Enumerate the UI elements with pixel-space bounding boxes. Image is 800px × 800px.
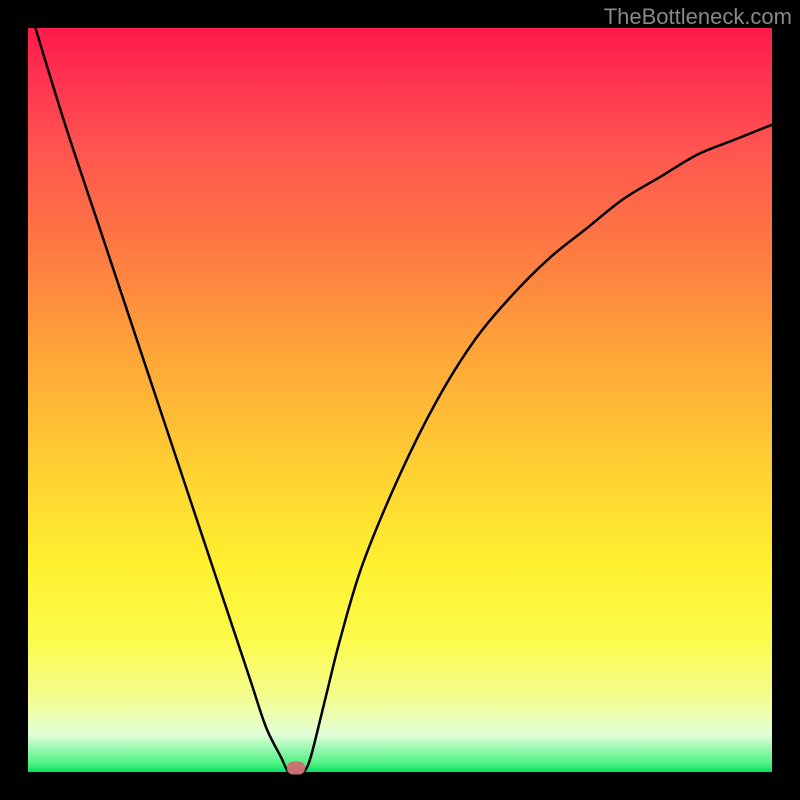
chart-frame: TheBottleneck.com [0, 0, 800, 800]
plot-area [28, 28, 772, 772]
bottleneck-curve [28, 28, 772, 772]
minimum-marker [287, 762, 305, 775]
watermark-text: TheBottleneck.com [604, 4, 792, 30]
